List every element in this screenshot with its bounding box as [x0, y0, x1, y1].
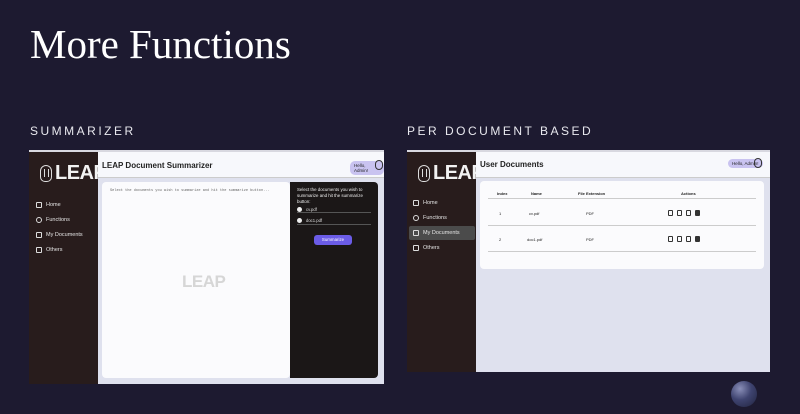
view-icon[interactable]	[668, 210, 673, 216]
table-cell-name: doc1.pdf	[527, 237, 543, 242]
table-cell-index: 1	[499, 211, 502, 216]
page-title: LEAP Document Summarizer	[102, 161, 213, 170]
sidebar-item-others[interactable]: Others	[409, 241, 475, 255]
leap-watermark: LEAP	[182, 272, 226, 291]
nav-label: Others	[423, 245, 440, 251]
sidebar-item-others[interactable]: Others	[32, 243, 98, 257]
user-documents-app: LEAP Home Functions My Documents Others …	[407, 150, 770, 372]
home-icon	[413, 200, 419, 206]
divider	[297, 224, 371, 225]
row-actions	[668, 236, 700, 242]
document-icon	[413, 245, 419, 251]
summarizer-app: LEAP Home Functions My Documents Others …	[29, 150, 384, 384]
sidebar-item-functions[interactable]: Functions	[409, 211, 475, 225]
summary-output-card: Select the documents you wish to summari…	[102, 182, 290, 378]
document-icon	[36, 247, 42, 253]
select-instructions: Select the documents you wish to summari…	[297, 187, 363, 204]
logo: LEAP	[418, 162, 485, 185]
header-bar: User Documents Hello, Admin!	[476, 152, 770, 178]
settings-icon	[413, 215, 419, 221]
download-icon[interactable]	[686, 210, 691, 216]
brain-logo-icon	[40, 165, 52, 182]
row-actions	[668, 210, 700, 216]
table-cell-extension: PDF	[586, 237, 594, 242]
table-cell-name: cv.pdf	[529, 211, 540, 216]
user-avatar-icon[interactable]	[375, 160, 383, 170]
sidebar-item-my-documents[interactable]: My Documents	[32, 228, 98, 242]
table-cell-index: 2	[499, 237, 502, 242]
decorative-orb	[731, 381, 757, 407]
sidebar-item-functions[interactable]: Functions	[32, 213, 98, 227]
download-icon[interactable]	[686, 236, 691, 242]
summarize-icon[interactable]	[677, 236, 682, 242]
column-header-name: Name	[531, 191, 542, 196]
summarize-button[interactable]: Summarize	[314, 235, 352, 245]
doc-option-label: doc1.pdf	[306, 218, 323, 223]
main-content: Select the documents you wish to summari…	[98, 178, 384, 384]
header-divider	[488, 198, 756, 199]
row-divider	[488, 225, 756, 226]
brain-logo-icon	[418, 165, 430, 182]
radio-button[interactable]	[297, 218, 302, 223]
column-header-actions: Actions	[681, 191, 696, 196]
sidebar-item-home[interactable]: Home	[409, 196, 475, 210]
nav-label: Home	[423, 200, 438, 206]
view-icon[interactable]	[668, 236, 673, 242]
divider	[297, 212, 371, 213]
summarize-icon[interactable]	[677, 210, 682, 216]
slide-title: More Functions	[30, 21, 291, 67]
sidebar-item-my-documents[interactable]: My Documents	[409, 226, 475, 240]
sidebar-item-home[interactable]: Home	[32, 198, 98, 212]
nav-label: Functions	[423, 215, 447, 221]
column-header-index: Index	[497, 191, 508, 196]
nav-label: My Documents	[46, 232, 83, 238]
folder-icon	[413, 230, 419, 236]
doc-option-label: cv.pdf	[306, 207, 317, 212]
doc-option-1[interactable]: cv.pdf	[297, 207, 317, 212]
delete-icon[interactable]	[695, 210, 700, 216]
nav-label: Functions	[46, 217, 70, 223]
nav-label: Others	[46, 247, 63, 253]
radio-button[interactable]	[297, 207, 302, 212]
documents-table-card: Index Name File Extension Actions 1 cv.p…	[480, 181, 764, 269]
sidebar-nav: Home Functions My Documents Others	[32, 198, 98, 258]
per-document-label: PER DOCUMENT BASED	[407, 124, 594, 138]
summarizer-label: SUMMARIZER	[30, 124, 136, 138]
user-avatar-icon[interactable]	[754, 158, 762, 168]
table-cell-extension: PDF	[586, 211, 594, 216]
nav-label: Home	[46, 202, 61, 208]
logo: LEAP	[40, 162, 107, 185]
sidebar-nav: Home Functions My Documents Others	[409, 196, 475, 256]
summary-placeholder: Select the documents you wish to summari…	[110, 189, 270, 193]
document-select-panel: Select the documents you wish to summari…	[290, 182, 378, 378]
home-icon	[36, 202, 42, 208]
header-bar: LEAP Document Summarizer Hello, Admin!	[98, 152, 384, 178]
column-header-extension: File Extension	[578, 191, 606, 196]
nav-label: My Documents	[423, 230, 460, 236]
main-content: Index Name File Extension Actions 1 cv.p…	[476, 178, 770, 372]
doc-option-2[interactable]: doc1.pdf	[297, 218, 322, 223]
page-title: User Documents	[480, 160, 544, 169]
settings-icon	[36, 217, 42, 223]
row-divider	[488, 251, 756, 252]
delete-icon[interactable]	[695, 236, 700, 242]
folder-icon	[36, 232, 42, 238]
